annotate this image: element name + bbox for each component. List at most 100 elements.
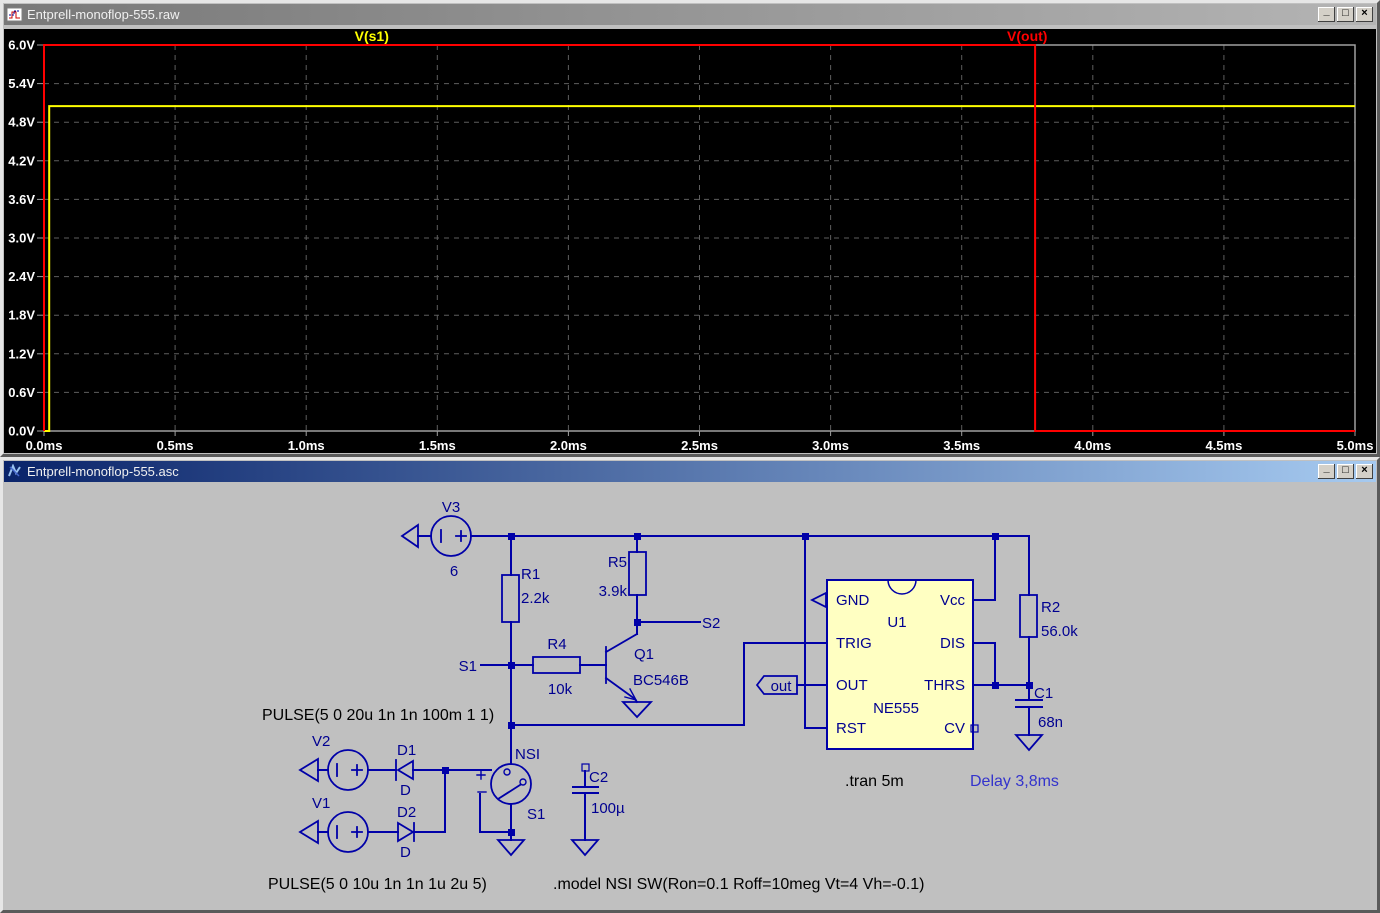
y-tick-label: 4.8V — [8, 115, 35, 130]
c2-unconnected-pin — [582, 764, 589, 771]
plot-window-title: Entprell-monoflop-555.raw — [27, 7, 1314, 22]
y-tick-label: 4.2V — [8, 153, 35, 168]
resistor-R4[interactable]: R4 10k — [533, 636, 580, 698]
minimize-button[interactable]: _ — [1318, 464, 1335, 479]
c1-value[interactable]: 68n — [1038, 714, 1063, 731]
contact-dot — [504, 769, 510, 775]
diode-D1[interactable]: D1 D — [396, 742, 416, 799]
r2-name[interactable]: R2 — [1041, 599, 1060, 616]
x-tick-label: 3.0ms — [812, 438, 849, 453]
collector — [606, 634, 637, 652]
minimize-button[interactable]: _ — [1318, 7, 1335, 22]
r2-value[interactable]: 56.0k — [1041, 623, 1078, 640]
diode-D2[interactable]: D2 D — [397, 804, 416, 861]
c2-name[interactable]: C2 — [589, 769, 608, 786]
u1-part[interactable]: NE555 — [873, 700, 919, 717]
d1-name[interactable]: D1 — [397, 742, 416, 759]
resistor-R2[interactable]: R2 56.0k — [1020, 595, 1078, 640]
net-label-out[interactable]: out — [771, 678, 793, 695]
voltage-source-V3[interactable]: V3 6 — [431, 499, 471, 580]
v3-name[interactable]: V3 — [442, 499, 460, 516]
v1-name[interactable]: V1 — [312, 795, 330, 812]
y-tick-label: 6.0V — [8, 38, 35, 53]
close-button[interactable]: × — [1356, 7, 1373, 22]
voltage-source-V2[interactable]: V2 — [312, 733, 368, 790]
net-label-s2[interactable]: S2 — [702, 615, 720, 632]
d2-value[interactable]: D — [400, 844, 411, 861]
pin-thrs: THRS — [924, 677, 965, 694]
v2-pulse-spec[interactable]: PULSE(5 0 20u 1n 1n 100m 1 1) — [262, 707, 494, 724]
r4-name[interactable]: R4 — [547, 636, 566, 653]
u1-name[interactable]: U1 — [887, 614, 906, 631]
waveform-plot[interactable]: 0.0ms0.5ms1.0ms1.5ms2.0ms2.5ms3.0ms3.5ms… — [4, 29, 1376, 456]
net-label-s1[interactable]: S1 — [459, 658, 477, 675]
waveform-window-icon — [7, 7, 23, 22]
transistor-Q1[interactable]: Q1 BC546B — [606, 634, 689, 702]
r5-value[interactable]: 3.9k — [599, 583, 628, 600]
schematic-window: Entprell-monoflop-555.asc _ □ × — [0, 457, 1380, 913]
x-tick-label: 1.5ms — [419, 438, 456, 453]
plot-window-titlebar[interactable]: Entprell-monoflop-555.raw _ □ × — [4, 4, 1376, 25]
v3-value[interactable]: 6 — [450, 563, 458, 580]
y-tick-label: 1.8V — [8, 308, 35, 323]
sw-model-label[interactable]: NSI — [515, 746, 540, 763]
pin-cv: CV — [944, 720, 965, 737]
x-tick-label: 1.0ms — [288, 438, 325, 453]
ic-U1-NE555[interactable]: GND TRIG OUT RST Vcc DIS THRS CV U1 NE55… — [827, 580, 978, 749]
v2-name[interactable]: V2 — [312, 733, 330, 750]
emitter-arrow — [625, 689, 636, 700]
directive-tran[interactable]: .tran 5m — [845, 773, 904, 790]
capacitor-C1[interactable]: C1 68n — [1016, 685, 1063, 731]
r1-value[interactable]: 2.2k — [521, 590, 550, 607]
y-tick-label: 1.2V — [8, 346, 35, 361]
d2-name[interactable]: D2 — [397, 804, 416, 821]
q1-value[interactable]: BC546B — [633, 672, 689, 689]
resistor-R5[interactable]: R5 3.9k — [599, 552, 646, 600]
c2-value[interactable]: 100µ — [591, 800, 625, 817]
y-tick-label: 2.4V — [8, 269, 35, 284]
legend-V(s1)[interactable]: V(s1) — [355, 29, 389, 44]
y-tick-label: 5.4V — [8, 76, 35, 91]
comment-delay[interactable]: Delay 3,8ms — [970, 773, 1059, 790]
schematic-canvas[interactable]: V3 6 R1 2.2k R5 3.9k R4 — [4, 486, 1376, 909]
r1-name[interactable]: R1 — [521, 566, 540, 583]
x-tick-label: 4.5ms — [1205, 438, 1242, 453]
switch-arm — [498, 785, 520, 799]
v1-pulse-spec[interactable]: PULSE(5 0 10u 1n 1n 1u 2u 5) — [268, 876, 487, 893]
x-tick-label: 3.5ms — [943, 438, 980, 453]
pin-vcc: Vcc — [940, 592, 966, 609]
c1-name[interactable]: C1 — [1034, 685, 1053, 702]
pin-trig: TRIG — [836, 635, 872, 652]
y-tick-label: 0.0V — [8, 424, 35, 439]
maximize-button[interactable]: □ — [1337, 464, 1354, 479]
y-tick-label: 3.6V — [8, 192, 35, 207]
plot-window: Entprell-monoflop-555.raw _ □ × 0.0ms0.5… — [0, 0, 1380, 457]
schematic-window-title: Entprell-monoflop-555.asc — [27, 464, 1314, 479]
maximize-button[interactable]: □ — [1337, 7, 1354, 22]
close-button[interactable]: × — [1356, 464, 1373, 479]
waveform-plot-area[interactable]: 0.0ms0.5ms1.0ms1.5ms2.0ms2.5ms3.0ms3.5ms… — [4, 29, 1376, 453]
plus-mark — [456, 531, 466, 541]
x-tick-label: 0.5ms — [157, 438, 194, 453]
capacitor-C2[interactable]: C2 100µ — [573, 764, 625, 817]
pin-dis: DIS — [940, 635, 965, 652]
x-tick-label: 5.0ms — [1337, 438, 1374, 453]
net-flag-out[interactable]: out — [757, 676, 797, 695]
pin-gnd: GND — [836, 592, 870, 609]
r5-name[interactable]: R5 — [608, 554, 627, 571]
r4-value[interactable]: 10k — [548, 681, 573, 698]
schematic-window-titlebar[interactable]: Entprell-monoflop-555.asc _ □ × — [4, 461, 1376, 482]
directive-model[interactable]: .model NSI SW(Ron=0.1 Roff=10meg Vt=4 Vh… — [553, 876, 924, 893]
sw-name[interactable]: S1 — [527, 806, 545, 823]
pin-out: OUT — [836, 677, 868, 694]
voltage-source-V1[interactable]: V1 — [312, 795, 368, 852]
schematic-drawing[interactable]: V3 6 R1 2.2k R5 3.9k R4 — [4, 486, 1376, 909]
legend-V(out)[interactable]: V(out) — [1007, 29, 1047, 44]
y-tick-label: 3.0V — [8, 231, 35, 246]
d1-value[interactable]: D — [400, 782, 411, 799]
plus-mark — [477, 771, 485, 779]
contact-dot — [520, 779, 526, 785]
schematic-window-icon — [7, 464, 23, 479]
q1-name[interactable]: Q1 — [634, 646, 654, 663]
resistor-R1[interactable]: R1 2.2k — [502, 566, 550, 622]
